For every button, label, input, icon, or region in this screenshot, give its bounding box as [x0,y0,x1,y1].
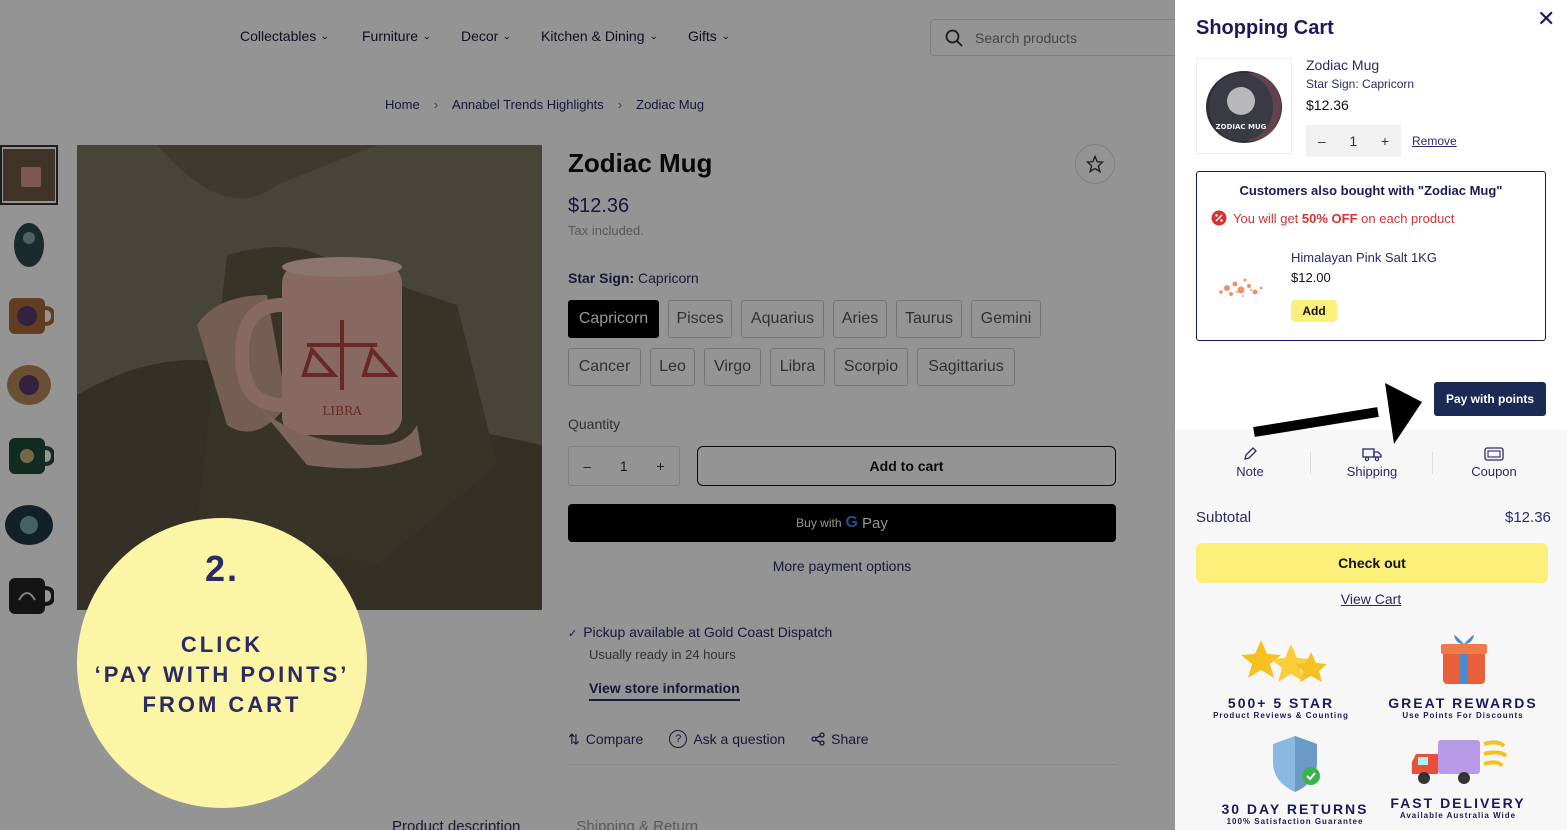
pay-with-points-button[interactable]: Pay with points [1434,382,1546,416]
badge-subtitle: 100% Satisfaction Guarantee [1226,817,1364,826]
cart-item-image-text: ZODIAC MUG [1216,123,1267,131]
cart-item-price: $12.36 [1306,97,1349,113]
cart-item-image[interactable]: ZODIAC MUG [1196,58,1292,154]
badge-rewards: GREAT REWARDS Use Points For Discounts [1378,628,1548,720]
upsell-product-image[interactable] [1207,262,1275,310]
instruction-callout: 2. CLICK ‘PAY WITH POINTS’ FROM CART [77,518,367,808]
upsell-product-name[interactable]: Himalayan Pink Salt 1KG [1291,250,1437,265]
coupon-button[interactable]: Coupon [1454,444,1534,479]
badge-delivery: FAST DELIVERY Available Australia Wide [1373,732,1543,820]
divider [1432,452,1433,474]
note-label: Note [1236,464,1264,479]
upsell-box: Customers also bought with "Zodiac Mug" … [1196,171,1546,341]
cart-item-variant: Star Sign: Capricorn [1306,77,1415,91]
cart-item-name[interactable]: Zodiac Mug [1306,57,1379,73]
callout-line: CLICK [180,632,264,657]
callout-line: FROM CART [142,692,302,717]
subtotal-value: $12.36 [1505,509,1551,526]
cart-item-quantity-stepper: – 1 + [1306,125,1401,157]
upsell-product-price: $12.00 [1291,270,1331,285]
coupon-label: Coupon [1471,464,1517,479]
delivery-truck-icon [1412,740,1508,784]
callout-line: ‘PAY WITH POINTS’ [94,662,350,687]
badge-title: GREAT REWARDS [1388,695,1538,711]
offer-text: You will get [1233,210,1299,226]
shield-icon [1273,736,1320,792]
callout-text: CLICK ‘PAY WITH POINTS’ FROM CART [95,630,350,720]
gift-icon [1441,635,1487,684]
callout-step-number: 2. [204,548,240,589]
badge-reviews: 500+ 5 STAR Product Reviews & Counting [1196,630,1366,720]
shipping-label: Shipping [1346,464,1398,479]
divider [1310,452,1311,474]
badge-subtitle: Available Australia Wide [1399,811,1517,820]
upsell-heading: Customers also bought with "Zodiac Mug" [1239,183,1503,198]
cart-title: Shopping Cart [1196,17,1334,39]
arrow-pointer-icon [1253,383,1422,444]
ticket-icon [1484,447,1504,461]
product-page: Collectables ⌄ Furniture ⌄ Decor ⌄ Kitchen … [0,0,1567,830]
decrease-button[interactable]: – [1318,133,1326,149]
increase-button[interactable]: + [1381,133,1389,149]
remove-item-link[interactable]: Remove [1412,134,1457,148]
badge-title: FAST DELIVERY [1390,795,1526,811]
badge-title: 500+ 5 STAR [1227,695,1335,711]
subtotal-label: Subtotal [1196,509,1252,526]
badge-title: 30 DAY RETURNS [1221,801,1369,817]
offer-discount: 50% OFF [1301,210,1358,226]
offer-text: on each product [1361,210,1455,226]
close-icon[interactable]: ✕ [1537,6,1555,32]
checkout-button[interactable]: Check out [1196,543,1548,583]
badge-returns: 30 DAY RETURNS 100% Satisfaction Guarant… [1210,732,1380,826]
cart-footer: Note Shipping Coupon Subtotal $12.36 Che… [1175,430,1567,830]
upsell-offer: You will get 50% OFF on each product [1211,210,1454,226]
upsell-add-button[interactable]: Add [1291,300,1337,322]
quantity-input[interactable]: 1 [1349,133,1357,149]
discount-badge-icon [1211,210,1227,226]
badge-subtitle: Product Reviews & Counting [1213,711,1349,720]
badge-subtitle: Use Points For Discounts [1402,711,1524,720]
view-cart-link[interactable]: View Cart [1175,591,1567,607]
stars-icon [1241,640,1327,682]
upsell-offer-text: You will get 50% OFF on each product [1233,211,1454,226]
